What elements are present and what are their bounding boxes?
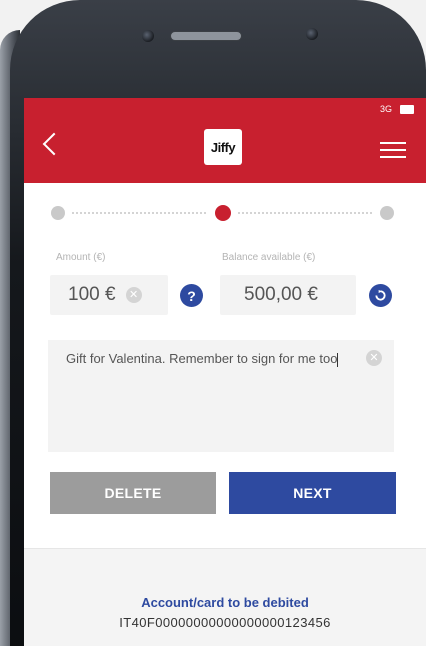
debit-account-label: Account/card to be debited [141, 595, 309, 610]
front-camera-icon [306, 28, 318, 40]
message-field[interactable]: Gift for Valentina. Remember to sign for… [48, 340, 394, 452]
message-text-wrap: Gift for Valentina. Remember to sign for… [66, 350, 346, 368]
balance-field: 500,00 € [220, 275, 356, 315]
app-header: 3G Jiffy [24, 98, 426, 183]
amount-label: Amount (€) [56, 252, 106, 263]
step-connector [238, 212, 372, 214]
clear-message-icon[interactable]: ✕ [366, 350, 382, 366]
app-screen: 3G Jiffy Amount (€) 100 € ✕ ? Balance av… [24, 98, 426, 646]
phone-bezel: 3G Jiffy Amount (€) 100 € ✕ ? Balance av… [0, 0, 426, 646]
battery-icon [400, 104, 414, 114]
balance-label: Balance available (€) [222, 252, 316, 263]
next-button[interactable]: NEXT [229, 472, 396, 514]
sensor-icon [142, 30, 154, 42]
balance-value: 500,00 € [244, 284, 318, 305]
signal-indicator: 3G [379, 104, 392, 114]
jiffy-logo: Jiffy [204, 129, 242, 165]
message-text: Gift for Valentina. Remember to sign for… [66, 351, 338, 366]
step-progress [24, 205, 426, 221]
amount-value: 100 € [68, 284, 116, 305]
debit-account-section: Account/card to be debited IT40F00000000… [24, 548, 426, 646]
hamburger-menu-icon[interactable] [380, 142, 406, 158]
refresh-icon[interactable] [369, 284, 392, 307]
logo-text: Jiffy [210, 139, 236, 155]
amount-field[interactable]: 100 € ✕ [50, 275, 168, 315]
step-1-dot [51, 206, 65, 220]
debit-account-iban: IT40F00000000000000000123456 [119, 615, 331, 630]
help-icon[interactable]: ? [180, 284, 203, 307]
delete-button[interactable]: DELETE [50, 472, 216, 514]
clear-amount-icon[interactable]: ✕ [125, 287, 142, 303]
step-connector [72, 212, 206, 214]
menu-bar [380, 149, 406, 151]
step-3-dot [380, 206, 394, 220]
step-2-dot-active [215, 205, 231, 221]
text-caret [337, 352, 339, 367]
earpiece-speaker [170, 31, 242, 41]
back-arrow-icon[interactable] [42, 132, 66, 156]
status-bar: 3G [380, 104, 414, 114]
menu-bar [380, 156, 406, 158]
menu-bar [380, 142, 406, 144]
